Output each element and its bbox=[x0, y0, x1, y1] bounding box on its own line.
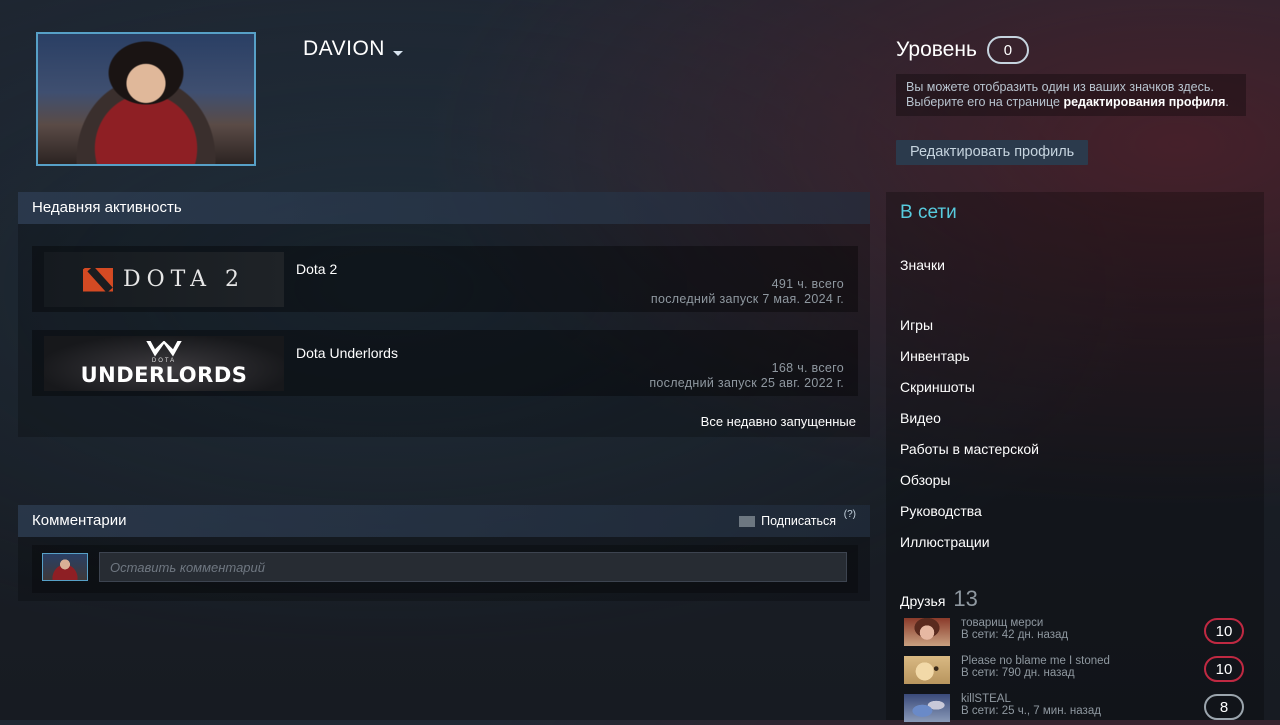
friend-avatar bbox=[904, 694, 950, 722]
friend-name: killSTEAL bbox=[961, 693, 1011, 705]
game-row-dota2[interactable]: DOTA 2 Dota 2 491 ч. всего последний зап… bbox=[32, 246, 858, 312]
sidebar-link-inventory[interactable]: Инвентарь bbox=[900, 348, 970, 364]
sidebar-link-screenshots[interactable]: Скриншоты bbox=[900, 379, 975, 395]
subscribe-toggle[interactable]: Подписаться bbox=[739, 514, 836, 528]
game-stats: 491 ч. всего последний запуск 7 мая. 202… bbox=[651, 277, 844, 307]
game-hours: 491 ч. всего bbox=[771, 277, 844, 291]
dota2-logo-text: DOTA 2 bbox=[122, 267, 246, 292]
chevron-down-icon bbox=[392, 50, 403, 56]
badge-note-end: . bbox=[1225, 95, 1229, 109]
all-recent-games-link[interactable]: Все недавно запущенные bbox=[701, 414, 856, 429]
badge-note: Вы можете отобразить один из ваших значк… bbox=[896, 74, 1246, 116]
friend-level-badge: 8 bbox=[1204, 694, 1244, 720]
online-status: В сети bbox=[900, 202, 957, 223]
game-hours: 168 ч. всего bbox=[771, 361, 844, 375]
subscribe-label: Подписаться bbox=[761, 514, 836, 528]
game-last-played: последний запуск 7 мая. 2024 г. bbox=[650, 292, 844, 306]
game-name[interactable]: Dota Underlords bbox=[296, 345, 398, 361]
game-name[interactable]: Dota 2 bbox=[296, 261, 337, 277]
edit-profile-button[interactable]: Редактировать профиль bbox=[896, 140, 1089, 165]
comment-form bbox=[32, 545, 858, 593]
level-section: Уровень 0 bbox=[896, 36, 1029, 64]
edit-profile-link[interactable]: редактирования профиля bbox=[1063, 95, 1225, 109]
friend-name: товарищ мерси bbox=[961, 617, 1044, 629]
friend-avatar bbox=[904, 656, 950, 684]
sidebar-link-artwork[interactable]: Иллюстрации bbox=[900, 534, 990, 550]
underlords-logo-text: UNDERLORDS bbox=[80, 362, 248, 387]
game-stats: 168 ч. всего последний запуск 25 авг. 20… bbox=[649, 361, 844, 391]
friends-count: 13 bbox=[953, 586, 978, 611]
friend-item[interactable]: товарищ мерси В сети: 42 дн. назад 10 bbox=[904, 617, 1250, 649]
comments-panel: Комментарии Подписаться (?) bbox=[18, 505, 870, 601]
friends-label: Друзья bbox=[900, 593, 946, 609]
game-last-played: последний запуск 25 авг. 2022 г. bbox=[649, 376, 844, 390]
sidebar-link-workshop[interactable]: Работы в мастерской bbox=[900, 441, 1039, 457]
sidebar-link-guides[interactable]: Руководства bbox=[900, 503, 982, 519]
avatar bbox=[42, 553, 88, 581]
friend-status: В сети: 790 дн. назад bbox=[961, 667, 1075, 679]
dota-logo-icon bbox=[82, 267, 113, 292]
friend-item[interactable]: killSTEAL В сети: 25 ч., 7 мин. назад 8 bbox=[904, 693, 1250, 725]
sidebar-link-videos[interactable]: Видео bbox=[900, 410, 941, 426]
underlords-capsule[interactable]: DOTA UNDERLORDS bbox=[44, 336, 284, 391]
friend-item[interactable]: Please no blame me I stoned В сети: 790 … bbox=[904, 655, 1250, 687]
sidebar-link-games[interactable]: Игры bbox=[900, 317, 933, 333]
profile-avatar bbox=[36, 32, 256, 166]
persona-name-dropdown[interactable]: DAVION bbox=[303, 37, 403, 61]
friend-avatar bbox=[904, 618, 950, 646]
friend-status: В сети: 42 дн. назад bbox=[961, 629, 1069, 641]
level-badge: 0 bbox=[986, 36, 1029, 64]
profile-sidebar: В сети Значки Игры Инвентарь Скриншоты В… bbox=[886, 192, 1264, 722]
subscribe-checkbox[interactable] bbox=[739, 515, 756, 527]
friend-level-badge: 10 bbox=[1204, 618, 1244, 644]
dota2-capsule[interactable]: DOTA 2 bbox=[44, 252, 284, 307]
comment-input[interactable] bbox=[99, 552, 847, 582]
persona-name: DAVION bbox=[303, 37, 385, 60]
friend-level-badge: 10 bbox=[1204, 656, 1244, 682]
friend-name: Please no blame me I stoned bbox=[961, 655, 1110, 667]
sidebar-link-reviews[interactable]: Обзоры bbox=[900, 472, 951, 488]
underlords-logo-icon bbox=[146, 340, 182, 357]
friend-status: В сети: 25 ч., 7 мин. назад bbox=[961, 705, 1101, 717]
level-label: Уровень bbox=[896, 38, 977, 61]
sidebar-link-badges[interactable]: Значки bbox=[900, 257, 945, 273]
game-row-underlords[interactable]: DOTA UNDERLORDS Dota Underlords 168 ч. в… bbox=[32, 330, 858, 396]
friends-header[interactable]: Друзья 13 bbox=[900, 586, 978, 612]
recent-activity-panel: Недавняя активность DOTA 2 Dota 2 491 ч.… bbox=[18, 192, 870, 437]
help-icon[interactable]: (?) bbox=[844, 509, 856, 520]
recent-activity-title: Недавняя активность bbox=[18, 192, 870, 224]
